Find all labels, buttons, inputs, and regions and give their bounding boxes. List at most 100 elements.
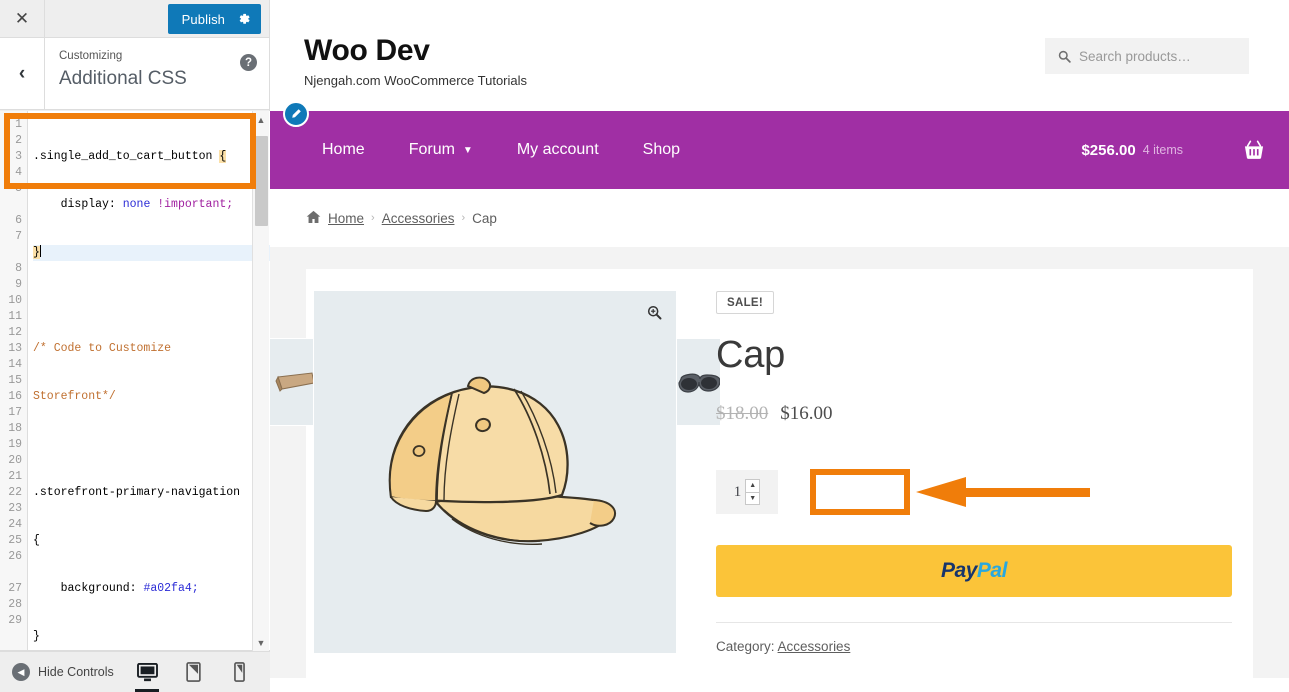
customizer-footer: ◀ Hide Controls — [0, 651, 270, 692]
help-icon[interactable]: ? — [240, 54, 257, 71]
paypal-button[interactable]: Pay Pal — [716, 545, 1232, 597]
add-to-cart-form: 1 ▲ ▼ — [716, 469, 1232, 515]
zoom-in-icon[interactable] — [647, 305, 662, 324]
nav-item-home[interactable]: Home — [305, 141, 387, 159]
chevron-down-icon[interactable]: ▼ — [463, 145, 473, 156]
search-icon-svg — [1058, 50, 1071, 63]
code-line: display: none !important; — [60, 198, 234, 211]
line-number: 27 — [8, 582, 22, 595]
mobile-icon — [233, 662, 245, 682]
line-number: 18 — [8, 422, 22, 435]
code-line: .storefront-primary-navigation — [33, 486, 241, 499]
price-sale: $16.00 — [780, 403, 833, 424]
publish-button-label: Publish — [181, 11, 225, 27]
wooden-product-thumb-icon — [270, 339, 313, 425]
category-link[interactable]: Accessories — [778, 639, 851, 654]
line-number: 11 — [8, 310, 22, 323]
line-number: 7 — [15, 230, 22, 243]
line-number: 19 — [8, 438, 22, 451]
publish-button[interactable]: Publish — [167, 4, 261, 34]
breadcrumb-link-accessories[interactable]: Accessories — [382, 211, 455, 226]
pencil-icon[interactable] — [283, 101, 309, 127]
editor-code-content[interactable]: .single_add_to_cart_button { display: no… — [28, 111, 270, 650]
line-number: 9 — [15, 278, 22, 291]
device-preview-switcher — [132, 652, 270, 692]
nav-item-label: Forum — [408, 141, 455, 158]
caret-down-icon[interactable]: ▼ — [746, 493, 759, 505]
breadcrumb-link-home[interactable]: Home — [328, 211, 364, 226]
quantity-value[interactable]: 1 — [734, 484, 742, 501]
device-tablet-button[interactable] — [178, 652, 208, 692]
desktop-icon — [136, 662, 158, 681]
divider — [716, 622, 1232, 623]
code-line: /* Code to Customize — [33, 342, 172, 355]
annotation-arrow-shaft — [964, 488, 1090, 497]
annotation-arrow — [916, 477, 1090, 507]
scrollbar-track[interactable] — [253, 128, 269, 634]
cart-amount: $256.00 — [1081, 141, 1136, 159]
search-placeholder: Search products… — [1079, 48, 1191, 64]
customizer-section-header: ‹ Customizing Additional CSS ? — [0, 38, 269, 110]
gear-icon[interactable] — [235, 4, 261, 34]
line-number: 2 — [15, 134, 22, 147]
line-number — [0, 245, 27, 261]
annotation-box-hidden-add-to-cart — [810, 469, 910, 515]
sale-badge: SALE! — [716, 291, 774, 314]
hide-controls-button[interactable]: ◀ Hide Controls — [0, 663, 114, 681]
basket-icon[interactable] — [1219, 111, 1289, 189]
customizer-topbar: ✕ Publish — [0, 0, 269, 38]
breadcrumb: Home › Accessories › Cap — [270, 189, 1289, 247]
editor-scrollbar[interactable]: ▲ ▼ — [252, 111, 269, 651]
nav-item-my-account[interactable]: My account — [495, 141, 621, 159]
nav-item-list: Home Forum ▼ My account Shop — [305, 141, 702, 159]
customizer-header-text: Customizing Additional CSS — [45, 38, 269, 109]
annotation-arrow-head — [916, 477, 966, 507]
line-number: 23 — [8, 502, 22, 515]
gallery-thumb-previous[interactable] — [270, 338, 314, 426]
cart-summary[interactable]: $256.00 4 items — [1081, 111, 1289, 189]
gear-icon-svg — [239, 13, 250, 24]
price-original: $18.00 — [716, 403, 769, 424]
pencil-icon-svg — [292, 109, 301, 118]
device-desktop-button[interactable] — [132, 652, 162, 692]
line-number: 13 — [8, 342, 22, 355]
scrollbar-thumb[interactable] — [255, 136, 268, 226]
code-line: .single_add_to_cart_button { — [33, 150, 227, 163]
line-number: 16 — [8, 390, 22, 403]
line-number — [0, 565, 27, 581]
customizer-preview-screen: ✕ Publish ‹ Customizing Additional CSS ? — [0, 0, 1289, 692]
css-code-editor[interactable]: 1 2 3 4 5 6 7 8 9 10 11 12 13 14 15 16 1… — [0, 111, 270, 651]
back-button[interactable]: ‹ — [0, 38, 45, 109]
site-header: Woo Dev Njengah.com WooCommerce Tutorial… — [270, 0, 1289, 111]
product-title: Cap — [716, 334, 786, 376]
product-category: Category: Accessories — [716, 639, 1232, 654]
line-number: 3 — [15, 150, 22, 163]
product-summary: SALE! Cap $18.00 $16.00 1 ▲ ▼ Pay Pal Ca… — [676, 291, 1232, 692]
scroll-up-icon[interactable]: ▲ — [253, 111, 269, 128]
line-number: 24 — [8, 518, 22, 531]
device-mobile-button[interactable] — [224, 652, 254, 692]
quantity-spinner[interactable]: ▲ ▼ — [745, 479, 761, 505]
line-number: 5 — [15, 182, 22, 195]
nav-item-label: My account — [516, 141, 599, 158]
breadcrumb-current: Cap — [472, 210, 497, 226]
search-icon — [1058, 50, 1071, 63]
customizing-label: Customizing — [59, 50, 123, 62]
quantity-stepper[interactable]: 1 ▲ ▼ — [716, 470, 778, 514]
code-line: Storefront*/ — [33, 390, 116, 403]
line-number: 6 — [15, 214, 22, 227]
close-icon[interactable]: ✕ — [0, 0, 45, 37]
home-icon[interactable] — [306, 210, 321, 227]
paypal-logo-pay: Pay — [941, 559, 977, 582]
basket-icon-svg — [1244, 140, 1264, 159]
editor-line-numbers: 1 2 3 4 5 6 7 8 9 10 11 12 13 14 15 16 1… — [0, 111, 28, 650]
product-main-image[interactable] — [314, 291, 676, 653]
code-line: } — [33, 630, 40, 643]
nav-item-forum[interactable]: Forum ▼ — [387, 141, 495, 159]
search-input[interactable]: Search products… — [1045, 38, 1249, 74]
caret-up-icon[interactable]: ▲ — [746, 480, 760, 493]
nav-item-shop[interactable]: Shop — [621, 141, 702, 159]
product-price: $18.00 $16.00 — [716, 403, 1232, 425]
scroll-down-icon[interactable]: ▼ — [253, 634, 269, 651]
